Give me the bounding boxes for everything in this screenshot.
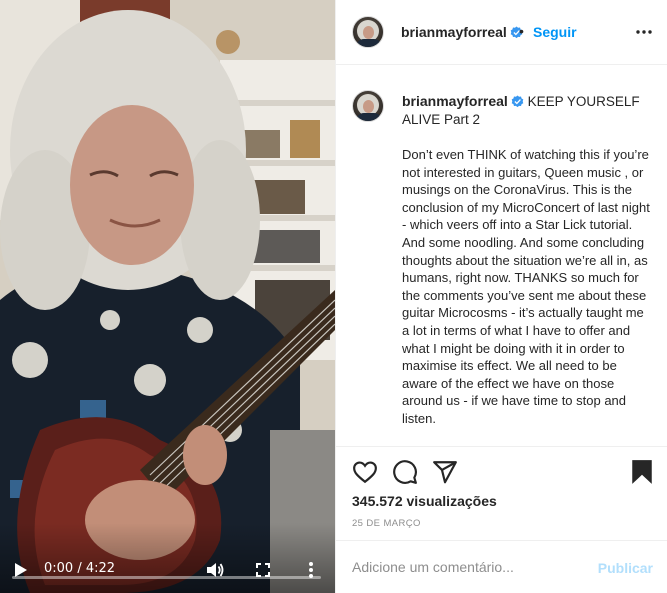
- video-time: 0:00 / 4:22: [44, 561, 116, 576]
- publish-button[interactable]: Publicar: [598, 560, 653, 576]
- post-panel: brianmayforreal • Seguir brianmayforreal…: [335, 0, 667, 593]
- avatar[interactable]: [352, 90, 384, 122]
- header-username[interactable]: brianmayforreal: [401, 24, 523, 40]
- comment-bar: Publicar: [336, 540, 667, 593]
- video-controls: 0:00 / 4:22: [0, 523, 335, 593]
- verified-badge-icon: [511, 95, 524, 108]
- username-text[interactable]: brianmayforreal: [401, 24, 507, 40]
- post-header: brianmayforreal • Seguir: [336, 0, 667, 65]
- follow-button[interactable]: Seguir: [533, 24, 577, 40]
- caption-body: Don’t even THINK of watching this if you…: [402, 147, 654, 426]
- action-bar: [336, 446, 667, 496]
- video-player[interactable]: 0:00 / 4:22: [0, 0, 335, 593]
- bookmark-icon[interactable]: [629, 459, 655, 485]
- avatar[interactable]: [352, 16, 384, 48]
- comment-icon[interactable]: [392, 459, 418, 485]
- separator-dot: •: [519, 23, 524, 39]
- video-frame: [0, 0, 335, 593]
- comment-input[interactable]: [352, 559, 582, 575]
- more-options-icon[interactable]: [635, 24, 653, 40]
- post-date[interactable]: 25 DE MARÇO: [352, 518, 421, 529]
- share-icon[interactable]: [432, 459, 458, 485]
- video-progress-bar[interactable]: [12, 576, 321, 579]
- caption-scroll-area[interactable]: brianmayforreal KEEP YOURSELF ALIVE Part…: [336, 66, 667, 446]
- caption-username[interactable]: brianmayforreal: [402, 93, 508, 109]
- heart-icon[interactable]: [352, 459, 378, 485]
- view-count[interactable]: 345.572 visualizações: [352, 493, 497, 509]
- caption-header: brianmayforreal KEEP YOURSELF ALIVE Part…: [402, 92, 642, 129]
